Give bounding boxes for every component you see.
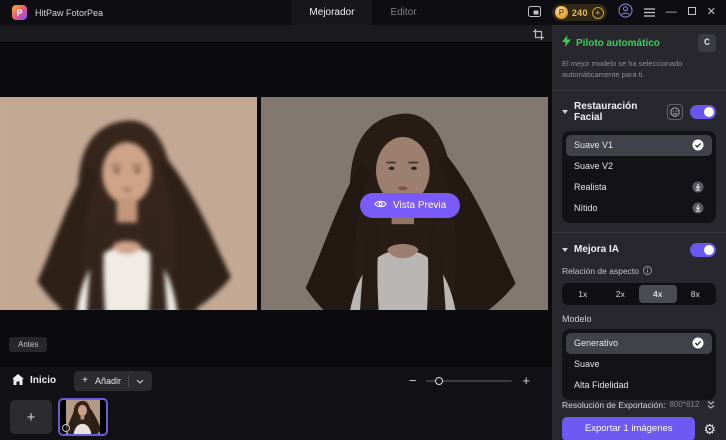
collapse-caret-icon[interactable]: [562, 109, 568, 114]
download-icon[interactable]: [692, 181, 704, 193]
model-option-label: Nítido: [574, 203, 598, 214]
model-option-suave-v1[interactable]: Suave V1: [566, 134, 712, 156]
scale-2x[interactable]: 2x: [602, 285, 640, 303]
credits-count: 240: [571, 7, 588, 18]
face-restore-title: Restauración Facial: [574, 100, 638, 123]
before-badge: Antes: [9, 337, 48, 352]
app-title: HitPaw FotorPea: [35, 7, 104, 18]
resolution-label: Resolución de Exportación:: [562, 399, 666, 410]
export-button[interactable]: Exportar 1 imágenes: [562, 416, 696, 440]
refresh-button[interactable]: C: [698, 34, 716, 52]
thumbnail-strip: +: [0, 395, 552, 440]
face-model-list: Suave V1 Suave V2 Realista Nítido: [562, 130, 716, 223]
home-label: Inicio: [30, 375, 57, 386]
bottom-toolbar: Inicio + Añadir − +: [0, 365, 552, 395]
app-window: P HitPaw FotorPea Mejorador Editor P 240…: [0, 0, 726, 440]
add-button[interactable]: + Añadir: [74, 370, 152, 391]
sidebar-divider: [552, 89, 726, 91]
aspect-ratio-row: Relación de aspecto: [562, 265, 716, 277]
scale-1x[interactable]: 1x: [564, 285, 602, 303]
download-icon[interactable]: [692, 202, 704, 214]
canvas-toolbar: [0, 25, 552, 43]
home-button[interactable]: Inicio: [12, 373, 57, 388]
autopilot-title: Piloto automático: [576, 37, 660, 49]
zoom-control: − +: [409, 374, 540, 387]
thumbnail-status-icon: [62, 424, 70, 432]
vista-previa-label: Vista Previa: [393, 200, 447, 211]
account-icon[interactable]: [618, 3, 633, 23]
model-option-label: Generativo: [574, 338, 619, 349]
face-restore-toggle[interactable]: [690, 104, 716, 119]
window-switch-icon[interactable]: [527, 4, 541, 22]
close-button[interactable]: ✕: [707, 0, 716, 25]
info-icon[interactable]: [643, 265, 652, 277]
check-icon: [692, 139, 704, 151]
model-option-label: Alta Fidelidad: [574, 380, 629, 391]
credits-badge[interactable]: P 240 +: [551, 4, 607, 21]
app-logo-icon: P: [12, 5, 27, 20]
sidebar-divider: [552, 231, 726, 233]
resolution-value: 800*612: [669, 400, 700, 410]
settings-sidebar: Piloto automático C El mejor modelo se h…: [552, 25, 726, 440]
scale-4x[interactable]: 4x: [639, 284, 677, 303]
check-icon: [692, 337, 704, 349]
menu-icon[interactable]: [643, 4, 655, 22]
gear-icon[interactable]: ⚙: [703, 422, 716, 436]
minimize-button[interactable]: —: [666, 0, 677, 25]
home-icon: [12, 373, 24, 388]
autopilot-header: Piloto automático C: [562, 34, 716, 52]
export-resolution-row: Resolución de Exportación: 800*612: [562, 400, 716, 410]
model-option-generativo[interactable]: Generativo: [566, 332, 712, 354]
titlebar: P HitPaw FotorPea Mejorador Editor P 240…: [0, 0, 726, 25]
enhance-model-list: Generativo Suave Alta Fidelidad: [562, 328, 716, 400]
model-option-suave-v2[interactable]: Suave V2: [566, 156, 712, 177]
autopilot-description: El mejor modelo se ha seleccionado autom…: [562, 59, 683, 79]
add-divider: [127, 374, 129, 387]
ai-enhance-header[interactable]: Mejora IA: [562, 242, 716, 257]
zoom-in-button[interactable]: +: [522, 374, 530, 387]
model-option-label: Suave: [574, 359, 600, 370]
maximize-button[interactable]: [687, 0, 696, 25]
tab-mejorador[interactable]: Mejorador: [291, 0, 373, 25]
add-label: Añadir: [94, 375, 121, 386]
chevron-down-icon[interactable]: [136, 376, 144, 386]
image-thumbnail[interactable]: [58, 398, 108, 436]
collapse-caret-icon[interactable]: [562, 247, 568, 252]
vista-previa-button[interactable]: Vista Previa: [360, 193, 461, 218]
scale-8x[interactable]: 8x: [677, 285, 715, 303]
model-option-nitido[interactable]: Nítido: [566, 198, 712, 219]
add-credits-icon[interactable]: +: [591, 6, 604, 19]
eye-icon: [374, 199, 387, 212]
coin-icon: P: [554, 6, 568, 19]
model-option-suave[interactable]: Suave: [566, 354, 712, 375]
model-option-label: Suave V1: [574, 140, 614, 151]
face-restore-header[interactable]: Restauración Facial: [562, 101, 716, 123]
plus-icon: +: [82, 375, 88, 386]
model-option-realista[interactable]: Realista: [566, 177, 712, 198]
zoom-slider[interactable]: [426, 376, 513, 385]
double-chevron-icon[interactable]: [706, 400, 716, 410]
model-option-label: Realista: [574, 182, 607, 193]
tab-editor[interactable]: Editor: [372, 0, 434, 25]
model-section-label: Modelo: [562, 313, 592, 324]
model-option-alta-fidelidad[interactable]: Alta Fidelidad: [566, 375, 712, 396]
before-image: [0, 97, 257, 310]
thumbnail-photo: [66, 400, 100, 434]
lightning-icon: [562, 34, 571, 52]
crop-icon[interactable]: [531, 27, 545, 41]
titlebar-controls: P 240 + — ✕: [527, 0, 716, 25]
scale-segmented-control: 1x 2x 4x 8x: [562, 282, 716, 305]
model-option-label: Suave V2: [574, 161, 614, 172]
ai-enhance-toggle[interactable]: [690, 242, 716, 257]
zoom-slider-knob[interactable]: [435, 376, 444, 385]
face-detect-button[interactable]: [667, 103, 683, 120]
aspect-ratio-label: Relación de aspecto: [562, 266, 640, 277]
export-row: Exportar 1 imágenes ⚙: [562, 416, 716, 440]
preview-canvas: Vista Previa Antes: [0, 43, 552, 365]
ai-enhance-title: Mejora IA: [574, 244, 620, 256]
zoom-out-button[interactable]: −: [409, 374, 417, 387]
add-image-tile[interactable]: +: [10, 400, 52, 434]
